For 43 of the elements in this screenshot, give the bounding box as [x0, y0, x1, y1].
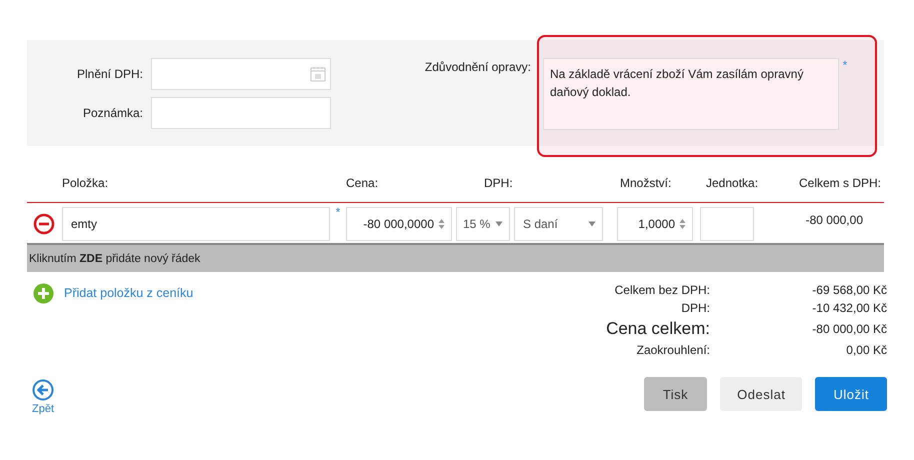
action-button[interactable]: Tisk	[644, 377, 708, 411]
add-from-pricelist-link[interactable]: Přidat položku z ceníku	[33, 282, 194, 304]
row-total: -80 000,00	[806, 213, 863, 227]
reason-textarea[interactable]: Na základě vrácení zboží Vám zasílám opravný daňový doklad.	[543, 58, 839, 130]
field-label: Plnění DPH:	[76, 67, 144, 81]
summary-value: -10 432,00 Kč	[811, 301, 887, 315]
vat-mode-select[interactable]: S daní	[514, 207, 603, 241]
summary-value: 0,00 Kč	[845, 343, 887, 357]
input-field[interactable]	[151, 97, 331, 129]
calendar-icon[interactable]	[310, 66, 326, 82]
add-row-text: Kliknutím ZDE přidáte nový řádek	[29, 252, 200, 264]
summary-value: -69 568,00 Kč	[811, 283, 887, 297]
unit-field[interactable]	[700, 207, 754, 241]
column-header: Cena:	[346, 176, 378, 190]
caret-icon	[495, 221, 503, 227]
spinner-arrows-icon[interactable]	[438, 218, 445, 230]
caret-icon	[588, 221, 596, 227]
remove-icon[interactable]	[33, 213, 55, 235]
price-field[interactable]: -80 000,0000	[346, 207, 452, 241]
column-header: Celkem s DPH:	[798, 176, 881, 190]
summary-label: Zaokrouhlení:	[636, 343, 710, 357]
plus-icon	[33, 282, 54, 304]
summary-value: -80 000,00 Kč	[811, 322, 887, 336]
item-field[interactable]: emty	[62, 207, 330, 241]
back-link[interactable]: Zpět	[32, 379, 54, 415]
column-header: Položka:	[62, 176, 108, 190]
required-mark: *	[842, 58, 848, 74]
summary-label: DPH:	[680, 301, 710, 315]
summary-label: Celkem bez DPH:	[614, 283, 710, 297]
spinner-arrows-icon[interactable]	[679, 218, 686, 230]
quantity-field[interactable]: 1,0000	[617, 207, 693, 241]
add-row-bar[interactable]: Kliknutím ZDE přidáte nový řádek	[27, 243, 884, 272]
column-header: Množství:	[619, 176, 672, 190]
field-label: Poznámka:	[82, 106, 144, 120]
column-header: DPH:	[484, 176, 513, 190]
summary-label: Cena celkem:	[606, 319, 710, 339]
vat-rate-select[interactable]: 15 %	[456, 207, 510, 241]
date-field[interactable]	[151, 58, 331, 90]
action-button[interactable]: Odeslat	[720, 377, 802, 411]
required-mark: *	[334, 205, 342, 219]
action-button[interactable]: Uložit	[815, 377, 887, 411]
field-label: Zdůvodnění opravy:	[424, 60, 532, 76]
column-header: Jednotka:	[706, 176, 758, 190]
